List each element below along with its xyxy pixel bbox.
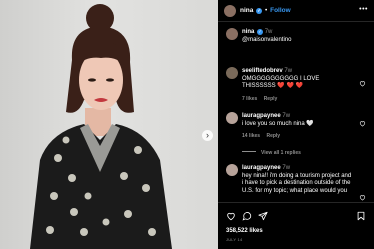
comment-icon[interactable] (242, 211, 252, 221)
comment-likes[interactable]: 7 likes (242, 96, 257, 102)
post-header: nina ✓ • Follow ••• (218, 0, 374, 22)
verified-badge-icon: ✓ (257, 29, 264, 35)
heart-icon[interactable] (359, 80, 366, 87)
post-photo[interactable]: › (0, 0, 218, 249)
comment-text: i love you so much nina 🤍 (242, 120, 314, 127)
comment-meta: 7 likes Reply (242, 96, 277, 102)
likes-count[interactable]: 358,522 likes (226, 228, 263, 234)
post-side-panel: nina ✓ • Follow ••• nina ✓ 7w @maisonval… (218, 0, 374, 249)
view-replies-button[interactable]: View all 1 replies (242, 150, 301, 156)
chevron-right-icon[interactable]: › (202, 130, 213, 141)
comment-likes[interactable]: 14 likes (242, 133, 260, 139)
caption-username[interactable]: nina (242, 29, 254, 35)
bookmark-icon[interactable] (356, 211, 366, 221)
post-footer: 358,522 likes JULY 14 (218, 202, 374, 249)
caption-text[interactable]: @maisonvalentino (242, 37, 291, 43)
more-horizontal-icon[interactable]: ••• (359, 6, 368, 13)
avatar[interactable] (226, 164, 238, 176)
share-icon[interactable] (258, 211, 268, 221)
comment-username[interactable]: seeliftedobrev (242, 68, 283, 74)
header-username[interactable]: nina (240, 7, 253, 14)
avatar[interactable] (224, 5, 236, 17)
comments-list[interactable]: nina ✓ 7w @maisonvalentino seeliftedobre… (218, 22, 374, 202)
header-user: nina ✓ • Follow (240, 7, 291, 14)
post-date: JULY 14 (226, 237, 243, 242)
caption-time: 7w (264, 29, 273, 35)
reply-button[interactable]: Reply (266, 133, 280, 139)
comment-time: 7w (282, 113, 291, 119)
heart-icon[interactable] (359, 120, 366, 127)
heart-icon[interactable] (359, 194, 366, 201)
heart-emoji: ❤️ ❤️ ❤️ (277, 83, 304, 90)
heart-icon[interactable] (226, 211, 236, 221)
comment-time: 7w (282, 165, 291, 171)
follow-button[interactable]: Follow (270, 7, 291, 14)
comment-text: hey nina!! i'm doing a tourism project a… (242, 172, 352, 194)
portrait-image (30, 4, 172, 249)
comment-time: 7w (284, 68, 293, 74)
separator: • (265, 7, 268, 14)
avatar[interactable] (226, 112, 238, 124)
comment-username[interactable]: lauragpaynee (242, 165, 281, 171)
comment-username[interactable]: lauragpaynee (242, 113, 281, 119)
verified-badge-icon: ✓ (256, 8, 263, 14)
avatar[interactable] (226, 67, 238, 79)
comment-meta: 14 likes Reply (242, 133, 280, 139)
avatar[interactable] (226, 28, 238, 40)
reply-button[interactable]: Reply (264, 96, 278, 102)
